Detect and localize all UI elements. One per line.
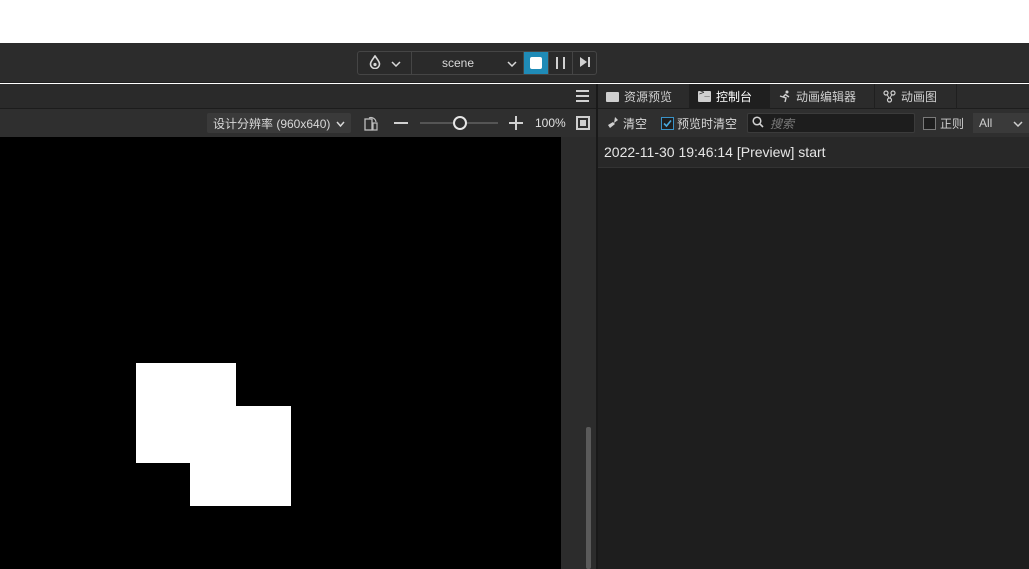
tab-label: 动画编辑器 <box>796 90 857 104</box>
panel-tabs: 资源预览 控制台 动画编辑器 动画图 <box>598 84 1029 109</box>
log-entry[interactable]: 2022-11-30 19:46:14 [Preview] start <box>598 137 1029 168</box>
rotate-screen-icon[interactable] <box>364 115 378 131</box>
stop-button[interactable] <box>524 52 548 74</box>
folder-icon <box>606 91 619 103</box>
main-toolbar: scene <box>0 43 1029 83</box>
search-icon <box>752 115 764 131</box>
regex-checkbox[interactable] <box>923 117 936 130</box>
tab-animation-graph[interactable]: 动画图 <box>875 84 957 109</box>
tab-console[interactable]: 控制台 <box>690 84 770 109</box>
top-margin <box>0 0 1029 43</box>
tab-label: 资源预览 <box>624 90 673 104</box>
clear-button[interactable]: 清空 <box>606 115 647 132</box>
scene-toolbar: 设计分辨率 (960x640) 100% <box>0 109 596 137</box>
step-button[interactable] <box>572 52 596 74</box>
scene-canvas[interactable] <box>0 137 561 569</box>
drop-icon <box>369 54 381 72</box>
chevron-down-icon <box>507 56 517 70</box>
scene-panel-header <box>0 84 596 109</box>
scene-scrollbar[interactable] <box>586 427 591 569</box>
preview-clear-toggle[interactable]: 预览时清空 <box>661 115 737 132</box>
tab-animation-editor[interactable]: 动画编辑器 <box>770 84 875 109</box>
step-icon <box>579 56 591 71</box>
menu-icon[interactable] <box>576 90 589 102</box>
chevron-down-icon <box>390 56 401 70</box>
sprite-square[interactable] <box>190 406 291 506</box>
tab-assets-preview[interactable]: 资源预览 <box>598 84 690 109</box>
chevron-down-icon <box>1013 116 1023 130</box>
log-level-select[interactable]: All <box>973 113 1029 133</box>
resolution-select[interactable]: 设计分辨率 (960x640) <box>207 113 351 133</box>
preview-controls: scene <box>357 51 597 75</box>
regex-toggle[interactable]: 正则 <box>923 115 964 132</box>
zoom-value: 100% <box>535 116 566 130</box>
search-input[interactable]: 搜索 <box>747 113 915 133</box>
pause-icon <box>556 57 565 69</box>
search-placeholder: 搜索 <box>770 116 795 131</box>
log-level-value: All <box>979 116 993 130</box>
fit-screen-icon[interactable] <box>576 116 590 130</box>
tab-label: 控制台 <box>716 90 753 104</box>
scene-select-label: scene <box>442 56 475 70</box>
console-log-area[interactable]: 2022-11-30 19:46:14 [Preview] start <box>598 137 1029 569</box>
zoom-in-button[interactable] <box>509 116 523 130</box>
scene-select[interactable]: scene <box>412 52 524 74</box>
zoom-slider-handle[interactable] <box>453 116 467 130</box>
platform-select[interactable] <box>358 52 412 74</box>
zoom-out-button[interactable] <box>394 122 408 124</box>
clear-label: 清空 <box>623 117 648 131</box>
console-toolbar: 清空 预览时清空 搜索 正则 All <box>598 109 1029 137</box>
resolution-label: 设计分辨率 (960x640) <box>213 116 331 131</box>
graph-icon <box>883 90 896 103</box>
regex-label: 正则 <box>940 117 965 131</box>
run-icon <box>778 90 791 103</box>
preview-clear-checkbox[interactable] <box>661 117 674 130</box>
pause-button[interactable] <box>548 52 572 74</box>
tab-label: 动画图 <box>901 90 938 104</box>
preview-clear-label: 预览时清空 <box>677 117 738 131</box>
broom-icon <box>606 116 619 132</box>
chevron-down-icon <box>336 116 345 130</box>
stop-icon <box>530 57 542 69</box>
terminal-icon <box>698 89 711 103</box>
